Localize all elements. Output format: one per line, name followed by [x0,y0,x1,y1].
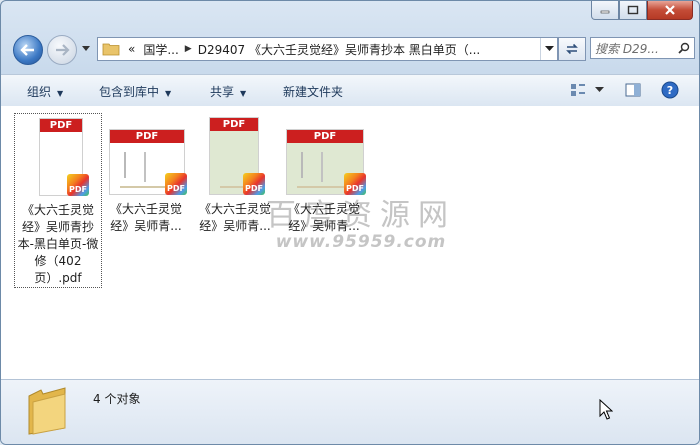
help-icon: ? [661,81,679,99]
arrow-left-icon [20,44,34,56]
folder-icon [102,43,120,56]
search-input[interactable]: 搜索 D29... [595,40,659,57]
close-button[interactable] [647,1,693,20]
file-item[interactable]: PDF PDF 《大六壬灵觉经》吴师青... [192,113,278,235]
search-icon[interactable] [678,42,690,54]
address-overflow[interactable]: « [128,42,135,56]
help-button[interactable]: ? [661,81,679,99]
pdf-thumbnail: PDF PDF [282,113,366,195]
chevron-down-icon: ▼ [165,89,172,98]
minimize-icon [600,10,610,14]
mouse-cursor-icon [599,399,613,420]
recent-pages-dropdown-icon[interactable] [81,45,91,53]
pdf-label: PDF [287,130,363,143]
watermark-url: www.95959.com [275,232,447,252]
page-text-line [321,152,323,182]
file-item[interactable]: PDF PDF 《大六壬灵觉经》吴师青... [103,113,189,235]
chevron-down-icon [594,87,604,92]
minimize-button[interactable] [591,1,619,20]
chevron-right-icon[interactable]: ▶ [185,44,192,54]
chevron-down-icon: ▼ [240,89,247,98]
pdf-app-icon: PDF [243,173,265,195]
folder-icon [28,387,66,435]
svg-text:?: ? [667,84,673,97]
close-icon [665,5,675,15]
maximize-button[interactable] [619,1,647,20]
file-name: 《大六壬灵觉经》吴师青... [287,202,360,233]
organize-menu[interactable]: 组织 ▼ [27,83,63,100]
share-menu[interactable]: 共享 ▼ [210,83,246,100]
page-text-line [301,152,303,178]
share-label: 共享 [210,85,235,99]
navigation-bar: « 国学... ▶ D29407 《大六壬灵觉经》吴师青抄本 黑白单页（... … [7,31,697,67]
include-in-library-label: 包含到库中 [99,85,160,99]
maximize-icon [627,5,639,15]
pdf-app-icon: PDF [165,173,187,195]
pdf-label: PDF [110,130,184,143]
chevron-down-icon: ▼ [57,89,64,98]
pdf-app-icon: PDF [344,173,366,195]
explorer-window: « 国学... ▶ D29407 《大六壬灵觉经》吴师青抄本 黑白单页（... … [0,0,700,445]
arrow-right-icon [56,44,70,56]
file-name: 《大六壬灵觉经》吴师青... [198,202,271,233]
caption-buttons [591,1,693,20]
page-text-line [124,152,126,178]
address-segment-guoxue[interactable]: 国学... [143,41,178,58]
pdf-label: PDF [40,119,82,132]
pdf-label: PDF [210,118,258,131]
back-button[interactable] [13,35,43,65]
file-item[interactable]: PDF PDF 《大六壬灵觉经》吴师青... [281,113,367,235]
chevron-down-icon [544,46,554,51]
pdf-thumbnail: PDF PDF [205,113,265,195]
address-dropdown-button[interactable] [540,38,557,60]
file-list[interactable]: 百度资源网 www.95959.com PDF PDF 《大六壬灵觉经》吴师青抄… [1,106,699,379]
view-grid-icon [571,84,585,96]
item-count: 4 个对象 [93,392,141,406]
new-folder-label: 新建文件夹 [283,85,344,99]
page-text-line [144,152,146,182]
refresh-button[interactable] [558,37,586,61]
include-in-library-menu[interactable]: 包含到库中 ▼ [99,83,171,100]
view-options-dropdown[interactable] [590,81,608,99]
preview-pane-icon [625,83,641,97]
change-view-button[interactable] [569,81,587,99]
command-bar: 组织 ▼ 包含到库中 ▼ 共享 ▼ 新建文件夹 ? [1,74,699,107]
pdf-thumbnail: PDF PDF [33,114,89,196]
refresh-icon [566,43,578,55]
details-pane: 4 个对象 [1,379,699,444]
file-item[interactable]: PDF PDF 《大六壬灵觉经》吴师青抄本-黑白单页-微修（402页）.pdf [14,113,102,288]
forward-button[interactable] [47,35,77,65]
address-segment-current[interactable]: D29407 《大六壬灵觉经》吴师青抄本 黑白单页（... [198,41,481,58]
file-name: 《大六壬灵觉经》吴师青... [109,202,182,233]
file-name: 《大六壬灵觉经》吴师青抄本-黑白单页-微修（402页）.pdf [17,203,99,285]
preview-pane-button[interactable] [624,81,642,99]
address-bar[interactable]: « 国学... ▶ D29407 《大六壬灵觉经》吴师青抄本 黑白单页（... [97,37,558,61]
organize-label: 组织 [27,85,52,99]
new-folder-button[interactable]: 新建文件夹 [283,83,343,100]
search-box[interactable]: 搜索 D29... [590,37,695,59]
pdf-app-icon: PDF [67,174,89,196]
pdf-thumbnail: PDF PDF [105,113,187,195]
